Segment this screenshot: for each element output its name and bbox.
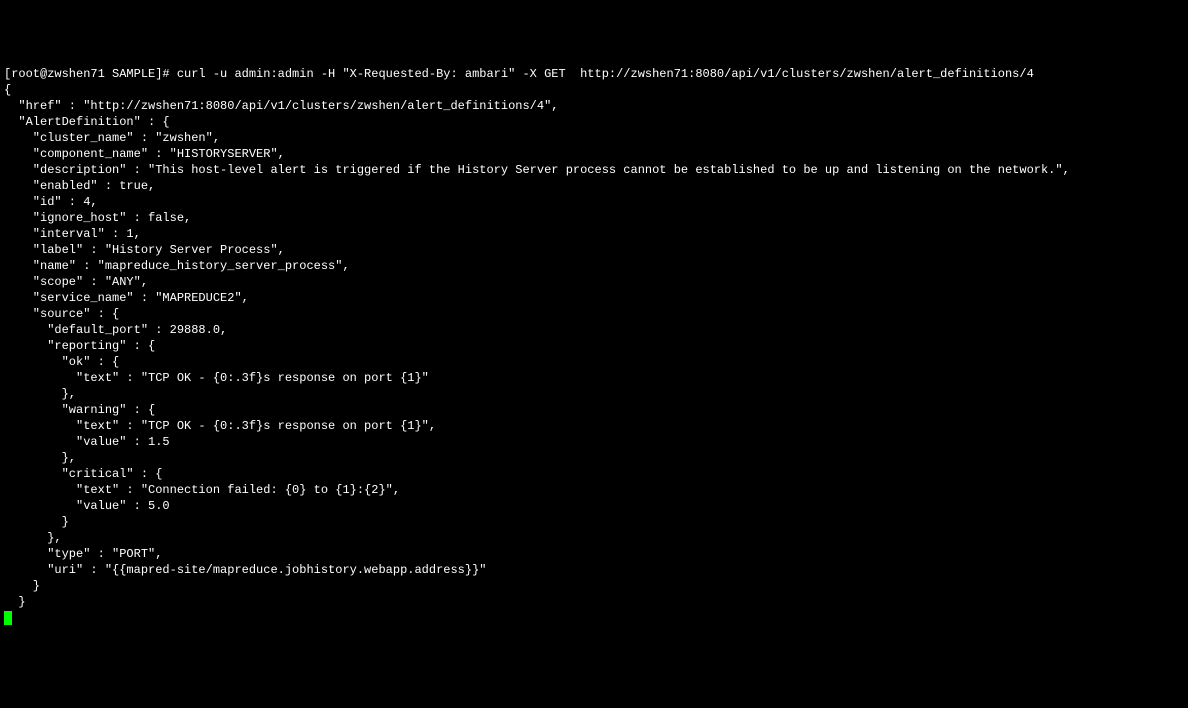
output-line: "id" : 4, [4, 195, 98, 209]
output-line: "ok" : { [4, 355, 119, 369]
output-line: "reporting" : { [4, 339, 155, 353]
output-line: }, [4, 387, 76, 401]
terminal-cursor [4, 611, 12, 625]
output-line: } [4, 595, 26, 609]
output-line: "ignore_host" : false, [4, 211, 191, 225]
output-line: "component_name" : "HISTORYSERVER", [4, 147, 285, 161]
output-line: }, [4, 451, 76, 465]
output-line: "critical" : { [4, 467, 162, 481]
output-line: } [4, 515, 69, 529]
output-line: "text" : "TCP OK - {0:.3f}s response on … [4, 419, 436, 433]
output-line: "type" : "PORT", [4, 547, 162, 561]
shell-prompt: [root@zwshen71 SAMPLE]# [4, 67, 177, 81]
output-line: }, [4, 531, 62, 545]
output-line: "enabled" : true, [4, 179, 155, 193]
output-line: "service_name" : "MAPREDUCE2", [4, 291, 249, 305]
output-line: "default_port" : 29888.0, [4, 323, 227, 337]
output-line: } [4, 579, 40, 593]
output-line: "interval" : 1, [4, 227, 141, 241]
output-line: "text" : "TCP OK - {0:.3f}s response on … [4, 371, 429, 385]
output-line: { [4, 83, 11, 97]
output-line: "source" : { [4, 307, 119, 321]
output-line: "AlertDefinition" : { [4, 115, 170, 129]
output-line: "uri" : "{{mapred-site/mapreduce.jobhist… [4, 563, 486, 577]
output-line: "text" : "Connection failed: {0} to {1}:… [4, 483, 400, 497]
output-line: "value" : 1.5 [4, 435, 170, 449]
output-line: "name" : "mapreduce_history_server_proce… [4, 259, 350, 273]
output-line: "href" : "http://zwshen71:8080/api/v1/cl… [4, 99, 559, 113]
output-line: "description" : "This host-level alert i… [4, 163, 1070, 177]
output-line: "cluster_name" : "zwshen", [4, 131, 220, 145]
output-line: "warning" : { [4, 403, 155, 417]
output-line: "value" : 5.0 [4, 499, 170, 513]
terminal-window[interactable]: [root@zwshen71 SAMPLE]# curl -u admin:ad… [4, 66, 1184, 626]
output-line: "scope" : "ANY", [4, 275, 148, 289]
curl-command: curl -u admin:admin -H "X-Requested-By: … [177, 67, 1034, 81]
output-line: "label" : "History Server Process", [4, 243, 285, 257]
